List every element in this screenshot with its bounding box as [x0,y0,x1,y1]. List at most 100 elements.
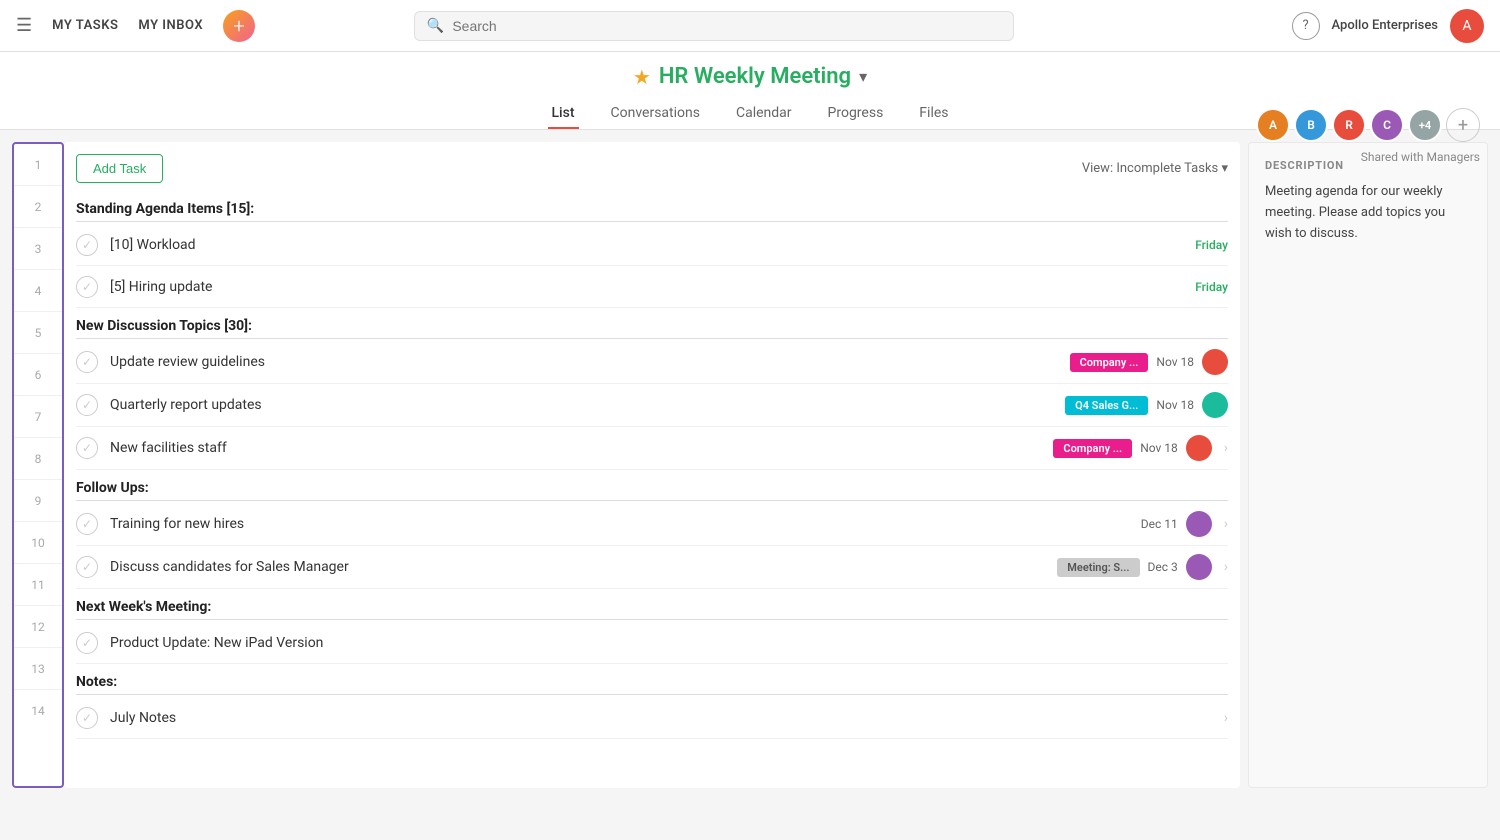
task-check-7[interactable]: ✓ [76,437,98,459]
shared-label: Shared with Managers [1361,150,1480,164]
task-row-12: ✓ Product Update: New iPad Version [76,622,1228,664]
task-check-9[interactable]: ✓ [76,513,98,535]
tab-calendar[interactable]: Calendar [732,97,796,129]
task-name-3: [5] Hiring update [110,279,1195,295]
task-avatar-6 [1202,392,1228,418]
search-icon: 🔍 [427,18,444,34]
task-name-7: New facilities staff [110,440,1053,456]
member-avatar-4[interactable]: C [1370,108,1404,142]
task-meta-10: Meeting: S... Dec 3 › [1057,554,1228,580]
task-check-10[interactable]: ✓ [76,556,98,578]
tab-progress[interactable]: Progress [824,97,888,129]
row-num-10: 10 [14,522,62,564]
task-tag-10: Meeting: S... [1057,558,1139,577]
task-name-9: Training for new hires [110,516,1141,532]
task-check-6[interactable]: ✓ [76,394,98,416]
task-row-5: ✓ Update review guidelines Company ... N… [76,341,1228,384]
task-name-5: Update review guidelines [110,354,1070,370]
row-num-1: 1 [14,144,62,186]
add-task-button[interactable]: Add Task [76,154,163,183]
member-count[interactable]: +4 [1408,108,1442,142]
row-num-13: 13 [14,648,62,690]
task-meta-9: Dec 11 › [1141,511,1228,537]
row-num-5: 5 [14,312,62,354]
project-title: HR Weekly Meeting [659,64,851,89]
task-check-3[interactable]: ✓ [76,276,98,298]
member-avatar-1[interactable]: A [1256,108,1290,142]
search-bar: 🔍 [414,11,1014,41]
task-row-2: ✓ [10] Workload Friday [76,224,1228,266]
section-header-3: Follow Ups: [76,470,1228,501]
task-check-14[interactable]: ✓ [76,707,98,729]
row-num-4: 4 [14,270,62,312]
view-filter[interactable]: View: Incomplete Tasks ▾ [1082,161,1228,176]
user-avatar[interactable]: A [1450,9,1484,43]
task-row-6: ✓ Quarterly report updates Q4 Sales G...… [76,384,1228,427]
task-name-2: [10] Workload [110,237,1195,253]
section-header-4: Next Week's Meeting: [76,589,1228,620]
task-arrow-10[interactable]: › [1224,559,1228,575]
help-button[interactable]: ? [1292,12,1320,40]
task-avatar-5 [1202,349,1228,375]
task-avatar-10 [1186,554,1212,580]
task-date-10: Dec 3 [1148,560,1178,574]
task-list-area: Add Task View: Incomplete Tasks ▾ Standi… [64,142,1240,788]
task-row-14: ✓ July Notes › [76,697,1228,739]
top-nav: ☰ MY TASKS MY INBOX + 🔍 ? Apollo Enterpr… [0,0,1500,52]
task-name-6: Quarterly report updates [110,397,1065,413]
main-layout: 1 2 3 4 5 6 7 8 9 10 11 12 13 14 Add Tas… [0,130,1500,800]
member-avatar-2[interactable]: B [1294,108,1328,142]
task-meta-3: Friday [1195,280,1228,294]
add-button[interactable]: + [223,10,255,42]
section-header-5: Notes: [76,664,1228,695]
task-arrow-9[interactable]: › [1224,516,1228,532]
description-panel: DESCRIPTION Meeting agenda for our weekl… [1248,142,1488,788]
description-text: Meeting agenda for our weekly meeting. P… [1265,182,1471,244]
task-date-3: Friday [1195,280,1228,294]
task-check-5[interactable]: ✓ [76,351,98,373]
my-inbox-link[interactable]: MY INBOX [138,18,203,33]
task-tag-5: Company ... [1070,353,1149,372]
section-header-1: Standing Agenda Items [15]: [76,191,1228,222]
row-num-8: 8 [14,438,62,480]
row-num-3: 3 [14,228,62,270]
row-num-9: 9 [14,480,62,522]
search-input[interactable] [452,18,1001,34]
project-tabs: List Conversations Calendar Progress Fil… [548,97,953,129]
task-avatar-9 [1186,511,1212,537]
hamburger-icon[interactable]: ☰ [16,15,32,36]
row-num-12: 12 [14,606,62,648]
task-date-9: Dec 11 [1141,517,1178,531]
task-check-12[interactable]: ✓ [76,632,98,654]
row-number-column: 1 2 3 4 5 6 7 8 9 10 11 12 13 14 [12,142,64,788]
nav-right: ? Apollo Enterprises A [1292,9,1484,43]
project-header-wrapper: ★ HR Weekly Meeting ▾ List Conversations… [0,52,1500,130]
add-member-button[interactable]: + [1446,108,1480,142]
tab-list[interactable]: List [548,97,579,129]
task-tag-6: Q4 Sales G... [1065,396,1148,415]
row-num-11: 11 [14,564,62,606]
task-name-14: July Notes [110,710,1220,726]
task-meta-6: Q4 Sales G... Nov 18 [1065,392,1228,418]
list-toolbar: Add Task View: Incomplete Tasks ▾ [76,142,1228,191]
task-tag-7: Company ... [1053,439,1132,458]
company-name: Apollo Enterprises [1332,18,1438,33]
project-chevron-icon[interactable]: ▾ [859,67,867,86]
task-name-12: Product Update: New iPad Version [110,635,1228,651]
row-num-7: 7 [14,396,62,438]
member-avatar-3[interactable]: R [1332,108,1366,142]
row-num-6: 6 [14,354,62,396]
tab-files[interactable]: Files [915,97,952,129]
tab-conversations[interactable]: Conversations [607,97,704,129]
task-date-7: Nov 18 [1140,441,1178,455]
task-name-10: Discuss candidates for Sales Manager [110,559,1057,575]
my-tasks-link[interactable]: MY TASKS [52,18,118,33]
task-row-3: ✓ [5] Hiring update Friday [76,266,1228,308]
task-arrow-14[interactable]: › [1224,710,1228,726]
row-num-14: 14 [14,690,62,732]
task-row-10: ✓ Discuss candidates for Sales Manager M… [76,546,1228,589]
task-check-2[interactable]: ✓ [76,234,98,256]
task-date-6: Nov 18 [1156,398,1194,412]
task-meta-14: › [1220,710,1228,726]
task-arrow-7[interactable]: › [1224,440,1228,456]
